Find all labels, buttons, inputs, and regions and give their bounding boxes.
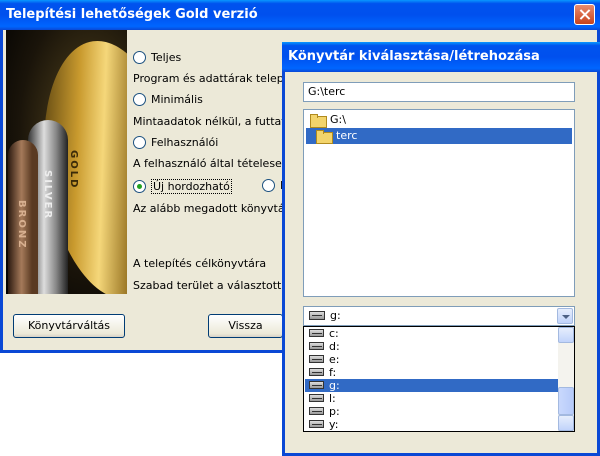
option-uj-hordozhato[interactable]: Új hordozható <box>133 179 232 194</box>
drive-option-label: l: <box>329 392 336 405</box>
drive-list-scrollbar[interactable] <box>558 327 574 431</box>
drive-icon <box>309 368 324 376</box>
option-uj-hordozhato-label: Új hordozható <box>151 179 232 194</box>
option-felhasznaloi-label: Felhasználói <box>151 136 219 149</box>
drive-icon <box>309 342 324 350</box>
drive-option-label: c: <box>329 327 339 340</box>
option-minimalis-desc: Mintaadatok nélkül, a futtatásho <box>133 115 283 128</box>
folder-open-icon <box>310 114 327 128</box>
tree-item-terc[interactable]: terc <box>306 128 572 144</box>
bronze-coin-text: BRONZ <box>16 200 27 250</box>
folder-open-icon <box>316 130 333 144</box>
free-space-label: Szabad terület a választott meg <box>133 279 283 292</box>
drive-icon <box>309 355 324 363</box>
tree-item-root[interactable]: G:\ <box>306 112 572 128</box>
option-teljes-desc: Program és adattárak telepítése <box>133 72 283 85</box>
main-close-icon[interactable] <box>574 4 595 25</box>
dialog-titlebar[interactable]: Könyvtár kiválasztása/létrehozása <box>282 42 600 72</box>
drive-option-label: g: <box>329 379 340 392</box>
back-button[interactable]: Vissza <box>208 314 283 338</box>
drive-option-label: p: <box>329 405 340 418</box>
option-felhasznaloi[interactable]: Felhasználói <box>133 136 218 149</box>
option-minimalis-label: Minimális <box>151 93 203 106</box>
drive-select[interactable]: g: <box>303 306 575 326</box>
chevron-down-icon[interactable] <box>557 308 573 324</box>
folder-tree[interactable]: G:\ terc <box>303 109 575 297</box>
drive-option-label: y: <box>329 418 339 431</box>
drive-option-label: d: <box>329 340 340 353</box>
path-input[interactable]: G:\terc <box>303 82 575 102</box>
option-uj-hordozhato-desc: Az alább megadott könyvtárba <box>133 202 283 215</box>
drive-icon <box>309 381 324 389</box>
drive-option-c[interactable]: c: <box>305 327 559 340</box>
tree-item-terc-label: terc <box>336 129 358 142</box>
drive-option-label: e: <box>329 353 340 366</box>
silver-coin-text: SILVER <box>42 170 53 221</box>
radio-extra[interactable] <box>262 179 275 192</box>
drive-option-g[interactable]: g: <box>305 379 559 392</box>
drive-option-d[interactable]: d: <box>305 340 559 353</box>
option-felhasznaloi-desc: A felhasználó által tételesen meg <box>133 157 283 170</box>
drive-option-p[interactable]: p: <box>305 405 559 418</box>
radio-uj-hordozhato[interactable] <box>133 180 146 193</box>
drive-option-label: f: <box>329 366 337 379</box>
drive-option-y[interactable]: y: <box>305 418 559 431</box>
coins-image: GOLD SILVER BRONZ <box>6 30 127 294</box>
drive-icon <box>309 394 324 402</box>
radio-felhasznaloi[interactable] <box>133 136 146 149</box>
option-teljes[interactable]: Teljes <box>133 51 181 64</box>
drive-dropdown-list[interactable]: c: d: e: f: g: l: p: y: <box>303 326 575 432</box>
scrollbar-thumb[interactable] <box>558 387 574 415</box>
option-minimalis[interactable]: Minimális <box>133 93 203 106</box>
main-titlebar[interactable]: Telepítési lehetőségek Gold verzió <box>0 0 600 30</box>
drive-select-value: g: <box>330 309 341 322</box>
gold-coin-text: GOLD <box>68 150 79 190</box>
radio-minimalis[interactable] <box>133 93 146 106</box>
drive-icon <box>309 329 324 337</box>
drive-icon <box>309 311 325 320</box>
directory-dialog: Könyvtár kiválasztása/létrehozása G:\ter… <box>282 42 600 456</box>
tree-item-root-label: G:\ <box>330 113 346 126</box>
dialog-title: Könyvtár kiválasztása/létrehozása <box>288 49 540 64</box>
main-window-title: Telepítési lehetőségek Gold verzió <box>6 7 258 22</box>
scroll-down-icon[interactable] <box>558 415 574 431</box>
target-dir-label: A telepítés célkönyvtára <box>133 257 267 270</box>
radio-teljes[interactable] <box>133 51 146 64</box>
drive-option-l[interactable]: l: <box>305 392 559 405</box>
drive-option-f[interactable]: f: <box>305 366 559 379</box>
drive-option-e[interactable]: e: <box>305 353 559 366</box>
drive-icon <box>309 407 324 415</box>
option-teljes-label: Teljes <box>151 51 182 64</box>
change-dir-button[interactable]: Könyvtárváltás <box>13 314 125 338</box>
drive-icon <box>309 420 324 428</box>
scroll-up-icon[interactable] <box>558 327 574 343</box>
